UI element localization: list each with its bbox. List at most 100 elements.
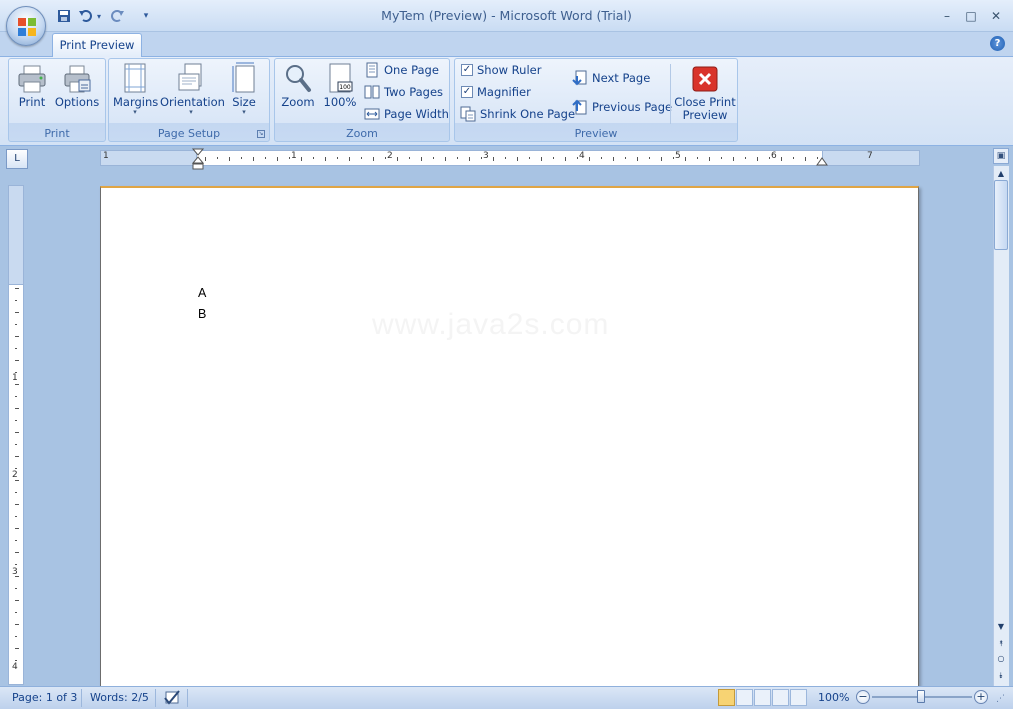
next-page-arrow-icon[interactable]: ⯯ [994, 669, 1008, 683]
ruler-tick [15, 288, 19, 289]
ruler-tick [15, 564, 17, 565]
margins-button[interactable]: Margins ▾ [113, 62, 158, 120]
two-pages-label: Two Pages [384, 85, 444, 99]
document-page[interactable] [100, 186, 919, 696]
options-button-label: Options [54, 95, 100, 109]
ruler-tick [205, 157, 206, 161]
previous-page-arrow-icon[interactable]: ⯭ [994, 637, 1008, 651]
zoom-level-status[interactable]: 100% [818, 690, 849, 706]
zoom-in-icon[interactable]: + [974, 690, 988, 704]
ruler-tick [229, 157, 230, 161]
one-page-icon [366, 62, 378, 78]
word-count-status[interactable]: Words: 2/5 [90, 690, 149, 706]
ruler-tick [733, 157, 734, 161]
ruler-tick [15, 444, 17, 445]
ruler-tick [15, 540, 17, 541]
ruler-tick [15, 660, 17, 661]
ruler-tick [565, 157, 566, 161]
page-width-button[interactable]: Page Width [364, 104, 449, 124]
ruler-tick [469, 157, 470, 161]
right-indent-marker-icon[interactable] [816, 156, 828, 166]
ruler-number: 1 [291, 151, 297, 161]
ruler-tick [745, 157, 746, 159]
next-page-label: Next Page [592, 71, 651, 85]
ruler-tick [15, 588, 17, 589]
horizontal-ruler[interactable] [100, 150, 920, 166]
ruler-tick [421, 157, 422, 161]
next-page-button[interactable]: Next Page [572, 68, 650, 88]
maximize-button[interactable]: □ [962, 8, 980, 24]
scroll-up-icon[interactable]: ▲ [994, 167, 1008, 181]
scroll-down-icon[interactable]: ▼ [994, 620, 1008, 634]
ruler-tick [541, 157, 542, 161]
previous-page-button[interactable]: Previous Page [572, 97, 672, 117]
draft-view-icon[interactable] [790, 689, 807, 706]
document-line-a[interactable]: A [198, 286, 206, 300]
ruler-tick [15, 528, 19, 529]
proofing-check-icon[interactable] [162, 689, 182, 706]
full-screen-reading-view-icon[interactable] [736, 689, 753, 706]
print-button[interactable]: Print [14, 62, 50, 120]
ruler-tick [15, 384, 19, 385]
two-pages-button[interactable]: Two Pages [364, 82, 443, 102]
minimize-button[interactable]: – [938, 8, 956, 24]
status-separator [81, 689, 82, 707]
ruler-tick [277, 157, 278, 161]
zoom-button[interactable]: Zoom [280, 62, 316, 120]
help-icon[interactable]: ? [990, 36, 1005, 51]
ruler-tick [15, 552, 19, 553]
zoom-100-button[interactable]: 100 100% [322, 62, 358, 120]
zoom-slider-thumb[interactable] [917, 690, 925, 703]
ruler-tick [517, 157, 518, 161]
ruler-tick [649, 157, 650, 159]
ruler-tick [15, 408, 19, 409]
tab-print-preview[interactable]: Print Preview [52, 33, 142, 57]
options-button[interactable]: Options [54, 62, 100, 120]
document-line-b[interactable]: B [198, 307, 206, 321]
show-ruler-checkbox[interactable]: ✓ Show Ruler [461, 60, 541, 80]
one-page-button[interactable]: One Page [364, 60, 439, 80]
window-title: MyTem (Preview) - Microsoft Word (Trial) [381, 8, 632, 23]
ruler-tick [15, 516, 17, 517]
tab-selector-button[interactable]: L [6, 149, 28, 169]
close-window-button[interactable]: ✕ [987, 8, 1005, 24]
ruler-tick [325, 157, 326, 161]
dialog-launcher-icon[interactable]: ↘ [257, 130, 265, 138]
group-print-label: Print [44, 127, 70, 140]
shrink-one-page-button[interactable]: Shrink One Page [460, 104, 575, 124]
office-button[interactable] [6, 6, 46, 46]
group-zoom-label: Zoom [346, 127, 378, 140]
resize-grip-icon[interactable]: ⋰ [996, 694, 1005, 704]
printer-icon [18, 65, 46, 93]
outline-view-icon[interactable] [772, 689, 789, 706]
ruler-tick [15, 492, 17, 493]
ruler-tick [601, 157, 602, 159]
print-layout-view-icon[interactable] [718, 689, 735, 706]
ruler-tick [805, 157, 806, 161]
zoom-out-icon[interactable]: − [856, 690, 870, 704]
ruler-tick [409, 157, 410, 159]
close-print-preview-button[interactable]: Close Print Preview [674, 62, 736, 122]
magnifier-checkbox[interactable]: ✓ Magnifier [461, 82, 531, 102]
margins-icon [124, 63, 146, 93]
select-browse-object-icon[interactable]: ○ [994, 652, 1008, 666]
close-print-preview-label-2: Preview [682, 108, 728, 122]
shrink-one-page-icon [460, 106, 476, 122]
web-layout-view-icon[interactable] [754, 689, 771, 706]
size-button[interactable]: Size ▾ [226, 62, 262, 120]
ruler-tick [15, 324, 17, 325]
view-ruler-toggle-icon[interactable]: ▣ [993, 148, 1009, 164]
ruler-tick [15, 312, 19, 313]
ruler-tick [661, 157, 662, 161]
indent-marker-icon[interactable] [192, 148, 204, 170]
orientation-button[interactable]: Orientation ▾ [160, 62, 225, 120]
ruler-tick [529, 157, 530, 159]
ruler-tick [589, 157, 590, 161]
ruler-tick [15, 360, 19, 361]
ruler-number: 7 [867, 151, 873, 161]
print-options-icon [64, 65, 91, 93]
scrollbar-thumb[interactable] [994, 180, 1008, 250]
page-count-status[interactable]: Page: 1 of 3 [12, 690, 77, 706]
ruler-tick [313, 157, 314, 159]
next-page-icon [572, 70, 587, 86]
